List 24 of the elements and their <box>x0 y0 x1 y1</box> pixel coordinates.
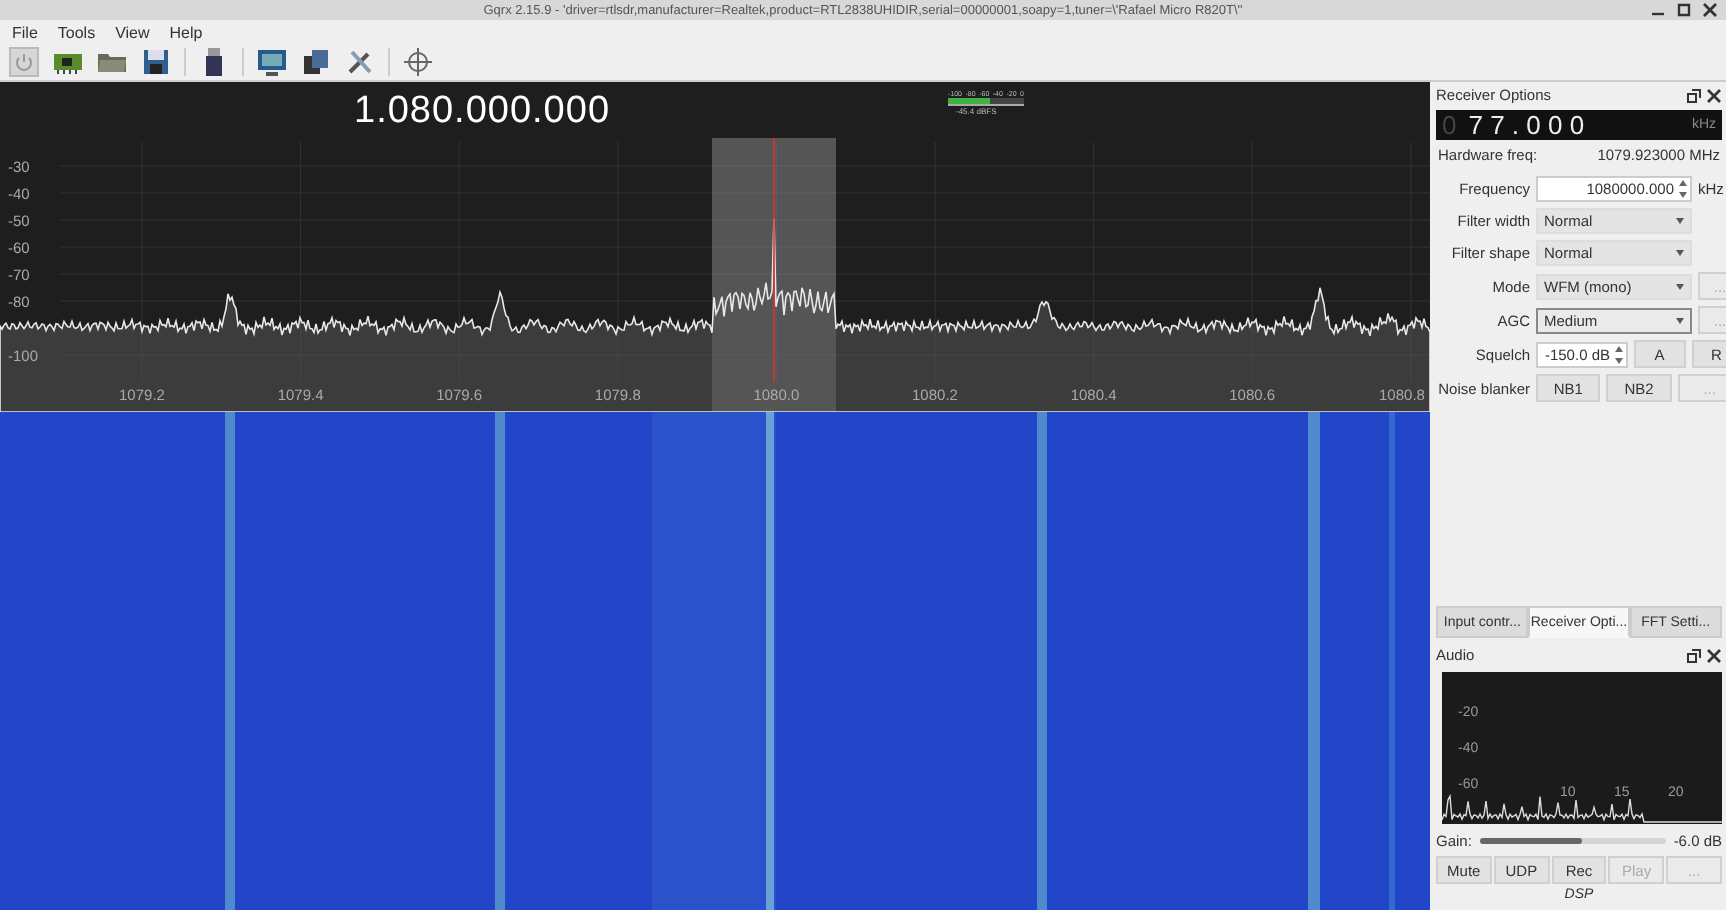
windows-icon[interactable] <box>300 46 332 78</box>
gain-slider[interactable] <box>1479 838 1666 844</box>
menu-item[interactable]: Help <box>169 23 203 41</box>
dropdown-arrow-icon <box>1676 250 1684 256</box>
menu-item[interactable]: Tools <box>57 23 96 41</box>
float-icon[interactable] <box>1686 87 1702 103</box>
close-icon[interactable] <box>1702 2 1718 18</box>
monitor-icon[interactable] <box>256 46 288 78</box>
offset-value: 7 7 . 0 0 0 <box>1468 110 1587 140</box>
float-icon[interactable] <box>1686 647 1702 663</box>
frequency-readout: 1.080.000.000 <box>354 90 611 134</box>
crosshair-icon[interactable] <box>402 46 434 78</box>
spin-arrows-icon[interactable] <box>1678 178 1688 200</box>
tools-icon[interactable] <box>344 46 376 78</box>
close-icon[interactable] <box>1706 647 1722 663</box>
dropdown-arrow-icon <box>1676 283 1684 289</box>
maximize-icon[interactable] <box>1676 2 1692 18</box>
dropdown-arrow-icon <box>1676 317 1684 323</box>
spin-arrows-icon[interactable] <box>1614 343 1624 365</box>
save-icon[interactable] <box>140 46 172 78</box>
menu-item[interactable]: File <box>12 23 38 41</box>
close-icon[interactable] <box>1706 87 1722 103</box>
menu-item[interactable]: View <box>115 23 150 41</box>
dropdown-arrow-icon <box>1676 218 1684 224</box>
